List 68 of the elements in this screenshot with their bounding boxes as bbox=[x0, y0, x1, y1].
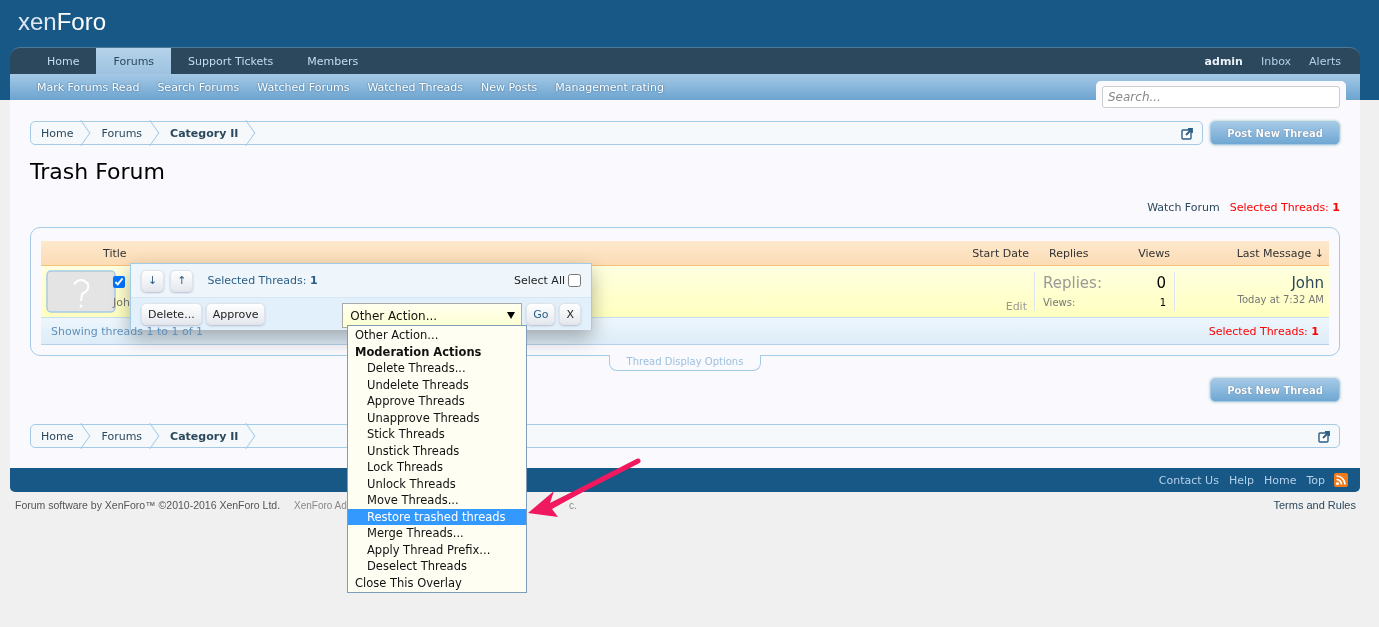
caret-icon bbox=[507, 312, 516, 319]
views-label: Views: bbox=[1043, 297, 1077, 310]
menu-option[interactable]: Unstick Threads bbox=[348, 442, 526, 459]
close-button[interactable]: X bbox=[559, 303, 581, 325]
replies-label: Replies: bbox=[1043, 274, 1103, 294]
menu-option[interactable]: Other Action... bbox=[348, 327, 526, 344]
menu-option[interactable]: Apply Thread Prefix... bbox=[348, 541, 526, 558]
breadcrumb-link[interactable]: Category II bbox=[160, 122, 257, 144]
last-poster-link[interactable]: John bbox=[1291, 274, 1324, 292]
author-name[interactable]: Joh bbox=[113, 296, 130, 309]
external-link-icon[interactable] bbox=[1181, 126, 1195, 140]
replies-count: 0 bbox=[1156, 274, 1166, 294]
moderation-button[interactable]: Approve bbox=[205, 303, 266, 325]
column-header[interactable]: Replies bbox=[1034, 246, 1089, 260]
nav-tab[interactable]: Forums bbox=[96, 48, 172, 74]
menu-group-label: Moderation Actions bbox=[354, 343, 483, 360]
breadcrumb-link[interactable]: Category II bbox=[160, 425, 257, 447]
menu-option[interactable]: Move Threads... bbox=[348, 492, 526, 509]
nav-tab[interactable]: Members bbox=[290, 48, 376, 74]
menu-option[interactable]: Stick Threads bbox=[348, 426, 526, 443]
watch-forum-link[interactable]: Watch Forum bbox=[1147, 201, 1220, 214]
footer-link[interactable]: Contact Us bbox=[1153, 473, 1224, 487]
column-header[interactable]: Views bbox=[1138, 246, 1174, 260]
logo[interactable]: xenForo bbox=[18, 7, 107, 36]
breadcrumb-link[interactable]: Forums bbox=[91, 425, 161, 447]
terms-link[interactable]: Terms and Rules bbox=[1273, 499, 1356, 511]
thread-checkbox[interactable] bbox=[113, 276, 125, 288]
footer-link[interactable]: Top bbox=[1301, 473, 1330, 487]
selected-threads-link[interactable]: Selected Threads: 1 bbox=[1229, 201, 1340, 214]
nav-tab[interactable]: Support Tickets bbox=[171, 48, 291, 74]
selected-threads-count: Selected Threads: 1 bbox=[207, 274, 318, 287]
views-count: 1 bbox=[1158, 297, 1166, 310]
column-header[interactable]: Last Message ↓ bbox=[1174, 246, 1329, 260]
copyright-text: Forum software by XenForo™ ©2010-2016 XenForo Ltd. bbox=[15, 499, 282, 511]
user-link[interactable]: Alerts bbox=[1300, 48, 1350, 74]
column-header[interactable]: Start Date bbox=[972, 246, 1034, 260]
select-all-checkbox[interactable] bbox=[568, 274, 581, 287]
copyright-text: c. bbox=[569, 499, 577, 511]
sort-button[interactable]: ↓ bbox=[141, 269, 165, 292]
menu-option[interactable]: Close This Overlay bbox=[348, 574, 526, 591]
breadcrumb-link[interactable]: Home bbox=[31, 425, 92, 447]
sort-button[interactable]: ↑ bbox=[170, 269, 194, 292]
page-title: Trash Forum bbox=[30, 159, 166, 186]
go-button[interactable]: Go bbox=[526, 303, 556, 325]
menu-option[interactable]: Delete Threads... bbox=[348, 360, 526, 377]
copyright-text: XenForo Ad bbox=[294, 499, 347, 511]
user-link[interactable]: Inbox bbox=[1251, 48, 1301, 74]
moderation-button[interactable]: Delete... bbox=[141, 303, 202, 325]
breadcrumb-link[interactable]: Home bbox=[31, 122, 92, 144]
user-link[interactable]: admin bbox=[1195, 48, 1252, 74]
rss-icon[interactable] bbox=[1334, 473, 1348, 487]
menu-option[interactable]: Unlock Threads bbox=[348, 475, 526, 492]
footer-link[interactable]: Home bbox=[1258, 473, 1302, 487]
menu-option[interactable]: Unapprove Threads bbox=[348, 409, 526, 426]
menu-option[interactable]: Merge Threads... bbox=[348, 525, 526, 542]
last-post-time: Today at 7:32 AM bbox=[1237, 294, 1324, 305]
nav-tab[interactable]: Home bbox=[30, 48, 97, 74]
select-all-label[interactable]: Select All bbox=[513, 274, 565, 287]
menu-option[interactable]: Approve Threads bbox=[348, 393, 526, 410]
menu-option[interactable]: Lock Threads bbox=[348, 459, 526, 476]
menu-option[interactable]: Deselect Threads bbox=[348, 558, 526, 575]
menu-option[interactable]: Undelete Threads bbox=[348, 376, 526, 393]
thread-count-text: Showing threads 1 to 1 of 1 bbox=[51, 324, 204, 338]
column-header[interactable]: Title bbox=[103, 246, 127, 260]
footer-link[interactable]: Help bbox=[1223, 473, 1259, 487]
search-field[interactable]: Search... bbox=[1102, 86, 1340, 108]
breadcrumb-link[interactable]: Forums bbox=[91, 122, 161, 144]
external-link-icon[interactable] bbox=[1318, 429, 1331, 443]
